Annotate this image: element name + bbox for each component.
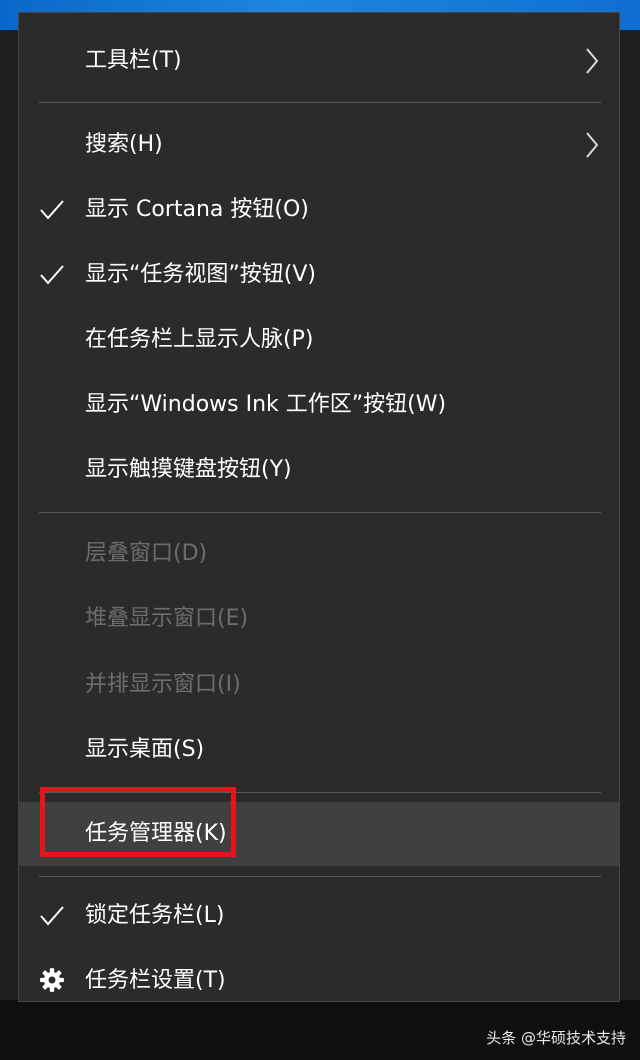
menu-item-label: 任务栏设置(T) <box>85 968 226 993</box>
menu-item-label: 在任务栏上显示人脉(P) <box>85 327 314 352</box>
menu-item-show-cortana-button[interactable]: 显示 Cortana 按钮(O) <box>19 178 619 242</box>
menu-item-search[interactable]: 搜索(H) <box>19 113 619 177</box>
menu-item-show-touch-keyboard-button[interactable]: 显示触摸键盘按钮(Y) <box>19 438 619 502</box>
menu-item-label: 搜索(H) <box>85 132 163 157</box>
menu-item-label: 层叠窗口(D) <box>85 541 208 566</box>
menu-item-label: 堆叠显示窗口(E) <box>85 606 249 631</box>
menu-item-label: 显示 Cortana 按钮(O) <box>85 197 309 222</box>
menu-item-label: 显示“任务视图”按钮(V) <box>85 262 317 287</box>
menu-item-label: 工具栏(T) <box>85 48 182 73</box>
checkmark-icon <box>40 200 64 220</box>
menu-separator <box>39 876 601 877</box>
watermark: 头条 @华硕技术支持 <box>486 1029 626 1047</box>
menu-item-label: 显示“Windows Ink 工作区”按钮(W) <box>85 392 447 417</box>
menu-item-stack-windows: 堆叠显示窗口(E) <box>19 587 619 651</box>
chevron-right-icon <box>586 132 599 158</box>
gear-icon <box>40 968 64 992</box>
menu-item-label: 并排显示窗口(I) <box>85 672 241 697</box>
highlight-annotation-box <box>40 787 236 857</box>
menu-separator <box>39 102 601 103</box>
menu-item-show-task-view-button[interactable]: 显示“任务视图”按钮(V) <box>19 243 619 307</box>
menu-item-toolbars[interactable]: 工具栏(T) <box>19 29 619 93</box>
menu-item-taskbar-settings[interactable]: 任务栏设置(T) <box>19 949 619 1013</box>
checkmark-icon <box>40 265 64 285</box>
menu-item-label: 显示触摸键盘按钮(Y) <box>85 457 292 482</box>
menu-item-show-people[interactable]: 在任务栏上显示人脉(P) <box>19 308 619 372</box>
chevron-right-icon <box>586 48 599 74</box>
menu-item-show-windows-ink-button[interactable]: 显示“Windows Ink 工作区”按钮(W) <box>19 373 619 437</box>
checkmark-icon <box>40 906 64 926</box>
menu-item-show-desktop[interactable]: 显示桌面(S) <box>19 718 619 782</box>
menu-item-side-by-side-windows: 并排显示窗口(I) <box>19 653 619 717</box>
menu-item-label: 锁定任务栏(L) <box>85 903 225 928</box>
menu-item-label: 显示桌面(S) <box>85 737 205 762</box>
menu-separator <box>39 512 601 513</box>
menu-item-lock-taskbar[interactable]: 锁定任务栏(L) <box>19 884 619 948</box>
menu-item-cascade-windows: 层叠窗口(D) <box>19 522 619 586</box>
